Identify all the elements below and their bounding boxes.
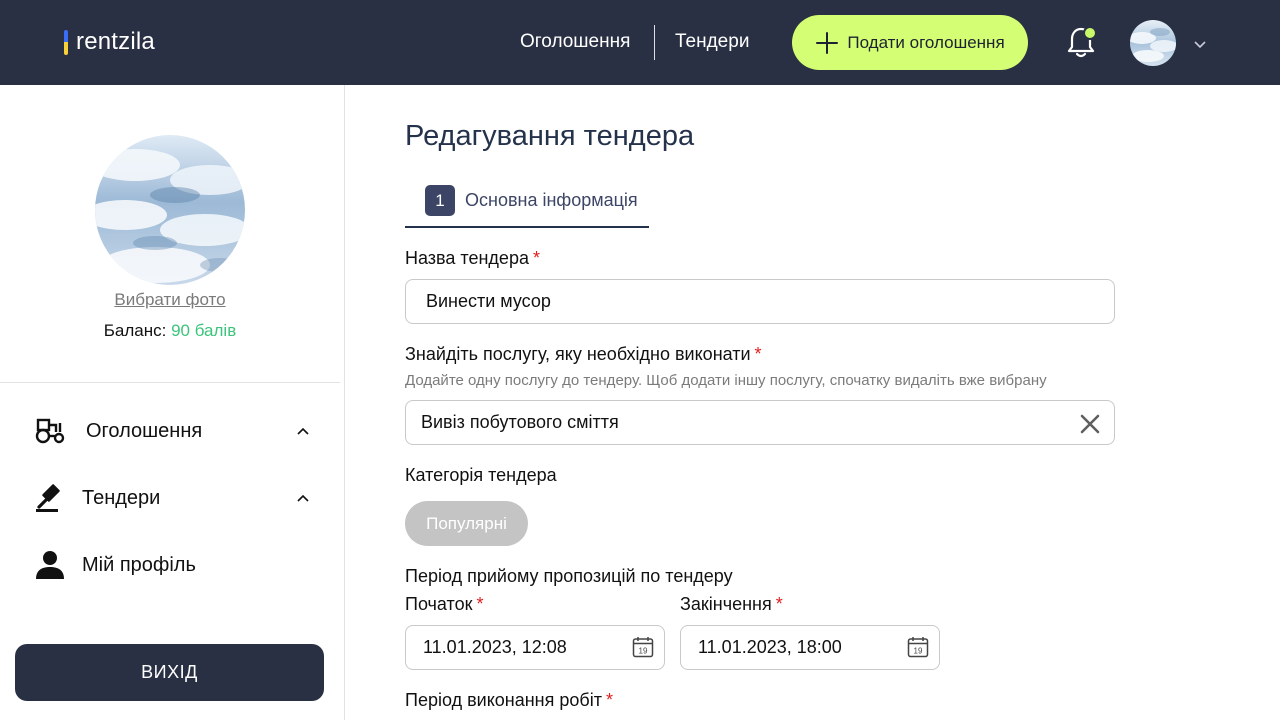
start-label: Початок * (405, 594, 484, 615)
notification-badge (1083, 26, 1097, 40)
avatar-image (1130, 20, 1176, 66)
logo[interactable]: rentzila (64, 28, 155, 56)
balance: Баланс: 90 балів (0, 321, 340, 341)
end-datetime-value: 11.01.2023, 18:00 (698, 637, 842, 657)
tab-label: Основна інформація (465, 190, 638, 210)
tractor-icon (34, 415, 66, 447)
person-icon (34, 549, 66, 581)
calendar-icon[interactable]: 19 (907, 636, 929, 658)
sidebar-item-label: Оголошення (86, 419, 203, 442)
calendar-day: 19 (639, 647, 648, 656)
chevron-down-icon[interactable] (1193, 39, 1207, 49)
logo-text: rentzila (76, 28, 155, 55)
service-search-input[interactable] (405, 400, 1115, 445)
end-label: Закінчення * (680, 594, 783, 615)
post-ad-label: Подати оголошення (847, 32, 1005, 52)
plus-icon (816, 31, 839, 54)
main-content: Редагування тендера 1 Основна інформація… (345, 85, 1280, 720)
end-label-text: Закінчення (680, 594, 772, 614)
sidebar: Вибрати фото Баланс: 90 балів Оголошення (0, 85, 345, 720)
required-mark: * (476, 594, 484, 614)
logo-flag-icon (64, 29, 68, 55)
start-datetime-value: 11.01.2023, 12:08 (423, 637, 567, 657)
work-period-label: Період виконання робіт * (405, 690, 613, 711)
required-mark: * (754, 344, 762, 364)
service-label-text: Знайдіть послугу, яку необхідно виконати (405, 344, 751, 364)
tab-step-number: 1 (425, 185, 455, 216)
choose-photo-link[interactable]: Вибрати фото (0, 290, 340, 310)
avatar[interactable] (1130, 20, 1176, 66)
profile-photo-image (95, 135, 245, 285)
period-label: Період прийому пропозицій по тендеру (405, 566, 733, 586)
tab-main-info[interactable]: 1 Основна інформація (405, 185, 649, 228)
post-ad-button[interactable]: Подати оголошення (792, 15, 1028, 70)
gavel-icon (34, 482, 66, 514)
work-period-label-text: Період виконання робіт (405, 690, 602, 710)
sidebar-divider (0, 382, 340, 383)
required-mark: * (532, 248, 540, 268)
balance-value: 90 балів (171, 321, 237, 340)
nav-link-tenders[interactable]: Тендери (675, 30, 749, 54)
page-title: Редагування тендера (405, 120, 695, 152)
start-label-text: Початок (405, 594, 473, 614)
calendar-day: 19 (914, 647, 923, 656)
profile-photo (95, 135, 245, 285)
end-datetime-input[interactable]: 11.01.2023, 18:00 19 (680, 625, 940, 670)
chevron-up-icon[interactable] (296, 426, 310, 436)
start-datetime-input[interactable]: 11.01.2023, 12:08 19 (405, 625, 665, 670)
service-label: Знайдіть послугу, яку необхідно виконати… (405, 344, 762, 365)
required-mark: * (775, 594, 783, 614)
tender-name-label-text: Назва тендера (405, 248, 529, 268)
sidebar-item-ads[interactable]: Оголошення (34, 413, 324, 449)
category-chip-popular[interactable]: Популярні (405, 501, 528, 546)
logout-button[interactable]: ВИХІД (15, 644, 324, 701)
sidebar-item-tenders[interactable]: Тендери (34, 480, 324, 516)
tender-name-input[interactable] (405, 279, 1115, 324)
category-label: Категорія тендера (405, 465, 557, 485)
nav-divider (654, 25, 655, 60)
required-mark: * (605, 690, 613, 710)
balance-label: Баланс: (103, 321, 167, 340)
sidebar-item-label: Мій профіль (82, 553, 196, 576)
sidebar-item-label: Тендери (82, 486, 161, 509)
close-icon[interactable] (1079, 413, 1101, 435)
nav-link-ads[interactable]: Оголошення (520, 30, 630, 54)
calendar-icon[interactable]: 19 (632, 636, 654, 658)
sidebar-item-profile[interactable]: Мій профіль (34, 547, 324, 583)
service-hint: Додайте одну послугу до тендеру. Щоб дод… (405, 372, 1047, 389)
top-header: rentzila Оголошення Тендери Подати оголо… (0, 0, 1280, 85)
tender-name-label: Назва тендера * (405, 248, 540, 269)
chevron-up-icon[interactable] (296, 493, 310, 503)
